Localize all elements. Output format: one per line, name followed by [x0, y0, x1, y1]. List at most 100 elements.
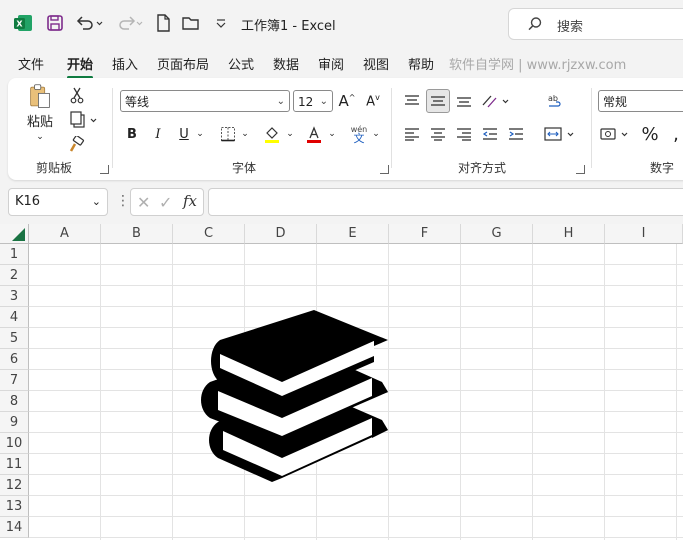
number-group-label: 数字: [650, 161, 675, 175]
scissors-icon: [70, 87, 84, 104]
percent-button[interactable]: %: [640, 123, 660, 145]
font-name-combo[interactable]: 等线 ⌄: [120, 90, 290, 112]
column-header[interactable]: A: [29, 224, 101, 244]
decrease-indent-button[interactable]: [480, 123, 500, 145]
redo-icon[interactable]: [114, 12, 144, 34]
phonetic-chevron-icon[interactable]: ⌄: [370, 123, 382, 145]
cancel-icon[interactable]: ✕: [137, 193, 150, 212]
underline-chevron-icon[interactable]: ⌄: [194, 123, 206, 145]
font-launcher-icon[interactable]: [380, 165, 389, 174]
font-size-combo[interactable]: 12 ⌄: [293, 90, 333, 112]
tab-page-layout[interactable]: 页面布局: [157, 54, 209, 73]
customize-toolbar-icon[interactable]: [210, 12, 232, 34]
column-header[interactable]: F: [389, 224, 461, 244]
grow-font-button[interactable]: A^: [336, 90, 358, 112]
row-header[interactable]: 3: [0, 286, 29, 307]
column-header[interactable]: B: [101, 224, 173, 244]
row-header[interactable]: 10: [0, 433, 29, 454]
column-header[interactable]: H: [533, 224, 605, 244]
fill-color-button[interactable]: [262, 123, 282, 145]
alignment-launcher-icon[interactable]: [576, 165, 585, 174]
search-placeholder: 搜索: [557, 20, 584, 35]
shrink-font-button[interactable]: Av: [362, 90, 384, 112]
new-file-icon[interactable]: [152, 12, 174, 34]
clipboard-launcher-icon[interactable]: [100, 165, 109, 174]
column-header[interactable]: E: [317, 224, 389, 244]
column-header[interactable]: C: [173, 224, 245, 244]
align-center-button[interactable]: [428, 123, 448, 145]
align-left-button[interactable]: [402, 123, 422, 145]
borders-chevron-icon[interactable]: ⌄: [239, 123, 251, 145]
paste-button[interactable]: 粘贴 ⌄: [22, 84, 58, 142]
text-orientation-icon: [482, 95, 509, 108]
undo-icon[interactable]: [74, 12, 104, 34]
insert-function-button[interactable]: fx: [183, 192, 197, 210]
comma-style-button[interactable]: ,: [666, 123, 683, 145]
borders-button[interactable]: [218, 123, 238, 145]
accounting-format-button[interactable]: [598, 123, 634, 145]
tab-insert[interactable]: 插入: [112, 54, 138, 73]
save-icon[interactable]: [44, 12, 66, 34]
formula-input[interactable]: [208, 188, 683, 216]
open-folder-icon[interactable]: [180, 12, 202, 34]
tab-formulas[interactable]: 公式: [228, 54, 254, 73]
search-box[interactable]: 搜索: [508, 8, 683, 40]
row-header[interactable]: 1: [0, 244, 29, 265]
align-bottom-button[interactable]: [454, 90, 474, 112]
fill-color-chevron-icon[interactable]: ⌄: [284, 123, 296, 145]
align-middle-button[interactable]: [426, 89, 450, 113]
underline-button[interactable]: U: [174, 123, 194, 145]
tab-help[interactable]: 帮助: [408, 54, 434, 73]
gridline-horizontal: [29, 537, 683, 538]
copy-button[interactable]: [66, 109, 102, 131]
align-right-button[interactable]: [454, 123, 474, 145]
shrink-font-icon: Av: [366, 92, 380, 110]
select-all-button[interactable]: [0, 224, 29, 244]
column-header[interactable]: D: [245, 224, 317, 244]
column-header[interactable]: I: [605, 224, 683, 244]
watermark-text: 软件自学网 | www.rjzxw.com: [449, 58, 627, 73]
row-header[interactable]: 2: [0, 265, 29, 286]
enter-icon[interactable]: ✓: [159, 193, 172, 212]
align-top-button[interactable]: [402, 90, 422, 112]
orientation-button[interactable]: [480, 90, 512, 112]
wrap-text-button[interactable]: ab: [543, 90, 567, 112]
cut-button[interactable]: [66, 84, 88, 106]
tab-review[interactable]: 审阅: [318, 54, 344, 73]
font-color-icon: [307, 126, 321, 143]
row-header[interactable]: 14: [0, 517, 29, 538]
tab-view[interactable]: 视图: [363, 54, 389, 73]
row-header[interactable]: 11: [0, 454, 29, 475]
merge-center-button[interactable]: [542, 123, 578, 145]
row-header[interactable]: 4: [0, 307, 29, 328]
row-header[interactable]: 13: [0, 496, 29, 517]
name-box[interactable]: K16 ⌄: [8, 188, 108, 216]
row-header[interactable]: 9: [0, 412, 29, 433]
row-header[interactable]: 5: [0, 328, 29, 349]
window-title: 工作簿1 - Excel: [241, 19, 336, 34]
italic-button[interactable]: I: [148, 123, 168, 145]
tab-home[interactable]: 开始: [67, 54, 94, 79]
align-left-icon: [405, 128, 419, 141]
number-format-combo[interactable]: 常规: [598, 90, 683, 112]
books-icon[interactable]: [198, 310, 394, 490]
align-bottom-icon: [457, 97, 471, 107]
row-header[interactable]: 6: [0, 349, 29, 370]
font-color-chevron-icon[interactable]: ⌄: [326, 123, 338, 145]
worksheet-grid[interactable]: ABCDEFGHI 1 2 3 4 5 6 7 8 9 10 11 12 13 14: [0, 224, 683, 540]
phonetic-button[interactable]: wén 文: [348, 123, 370, 145]
bold-button[interactable]: B: [122, 123, 142, 145]
font-group-label: 字体: [232, 161, 257, 175]
row-header[interactable]: 7: [0, 370, 29, 391]
increase-indent-button[interactable]: [506, 123, 526, 145]
row-header[interactable]: 12: [0, 475, 29, 496]
fill-bucket-icon: [265, 127, 279, 143]
row-header[interactable]: 8: [0, 391, 29, 412]
more-options-icon[interactable]: ⋮: [116, 194, 130, 208]
font-color-button[interactable]: [304, 123, 324, 145]
group-separator: [391, 88, 392, 168]
tab-file[interactable]: 文件: [18, 54, 44, 73]
column-header[interactable]: G: [461, 224, 533, 244]
format-painter-button[interactable]: [66, 134, 88, 156]
tab-data[interactable]: 数据: [273, 54, 299, 73]
